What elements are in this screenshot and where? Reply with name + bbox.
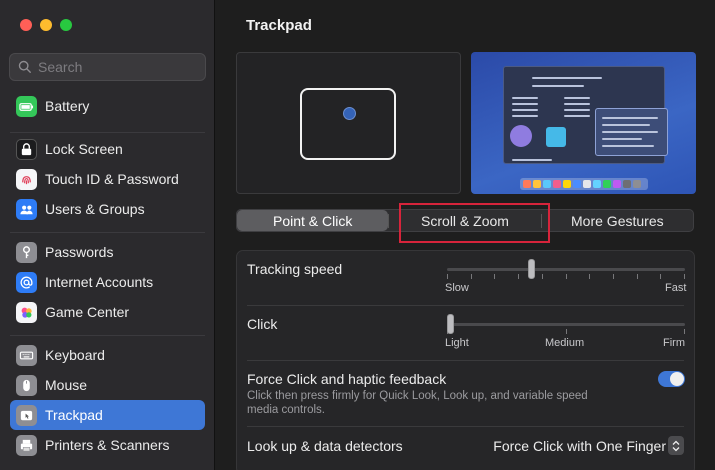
toggle-knob [670,372,684,386]
close-window-button[interactable] [20,19,32,31]
slider-tick [447,274,448,279]
sidebar-item-printers-scanners[interactable]: Printers & Scanners [10,430,205,460]
click-label: Click [247,316,278,332]
sidebar-item-label: Keyboard [45,347,105,363]
sidebar-item-passwords[interactable]: Passwords [10,237,205,267]
lookup-select[interactable]: Force Click with One Finger [493,438,666,454]
search-input[interactable] [38,59,188,75]
slider-tick [566,329,567,334]
game-center-icon [16,301,37,323]
finger-dot-icon [343,107,356,120]
tab-bar: Point & Click Scroll & Zoom More Gesture… [236,209,694,232]
sidebar-item-label: Users & Groups [45,201,145,217]
slider-tick [613,274,614,279]
sidebar-item-users-groups[interactable]: Users & Groups [10,194,205,224]
tab-point-click[interactable]: Point & Click [237,210,389,231]
row-divider [247,305,684,306]
settings-group: Tracking speed Slow Fast Click Light Med… [236,250,695,470]
sidebar-item-label: Game Center [45,304,130,320]
slider-tick [684,274,685,279]
sidebar-item-label: Touch ID & Password [45,171,179,187]
sidebar-item-trackpad[interactable]: Trackpad [10,400,205,430]
sidebar-item-battery[interactable]: Battery [10,91,205,121]
sidebar-divider [10,132,205,133]
row-divider [247,360,684,361]
slider-tick [471,274,472,279]
demo-dock [520,178,648,190]
users-icon [16,198,37,220]
search-icon [18,60,31,73]
at-icon [16,271,37,293]
sidebar-item-label: Battery [45,98,90,114]
slider-tick [542,274,543,279]
sidebar-item-touch-id[interactable]: Touch ID & Password [10,164,205,194]
zoom-window-button[interactable] [60,19,72,31]
slider-tick [518,274,519,279]
lock-icon [16,138,37,160]
slider-tick [494,274,495,279]
force-click-description: Click then press firmly for Quick Look, … [247,390,588,416]
fingerprint-icon [16,168,37,190]
slider-knob[interactable] [528,259,535,279]
trackpad-illustration [300,88,396,160]
sidebar-item-label: Lock Screen [45,141,123,157]
slow-label: Slow [445,282,469,294]
trackpad-icon [16,404,37,426]
tracking-speed-slider[interactable] [447,259,685,279]
minimize-window-button[interactable] [40,19,52,31]
slider-knob[interactable] [447,314,454,334]
tab-more-gestures[interactable]: More Gestures [542,210,693,231]
main-panel: Trackpad Point & Click Scroll & Zoom Mor… [216,0,715,470]
sidebar-item-game-center[interactable]: Game Center [10,297,205,327]
demo-circle-shape [510,125,532,147]
click-pressure-slider[interactable] [447,314,685,334]
demo-popover-window [595,108,668,156]
window-controls [20,19,72,31]
page-title: Trackpad [246,17,312,34]
force-click-toggle[interactable] [658,371,685,387]
slider-tick [637,274,638,279]
slider-tick [566,274,567,279]
sidebar-item-label: Printers & Scanners [45,437,170,453]
fast-label: Fast [665,282,687,294]
sidebar-item-label: Trackpad [45,407,103,423]
lookup-label: Look up & data detectors [247,438,403,454]
keyboard-icon [16,344,37,366]
sidebar-divider [10,335,205,336]
sidebar-item-keyboard[interactable]: Keyboard [10,340,205,370]
tab-scroll-zoom[interactable]: Scroll & Zoom [389,210,540,231]
sidebar-item-mouse[interactable]: Mouse [10,370,205,400]
tracking-speed-label: Tracking speed [247,261,343,277]
gesture-demo-preview [471,52,696,194]
medium-label: Medium [545,337,585,349]
mouse-icon [16,374,37,396]
sidebar-item-label: Passwords [45,244,114,260]
trackpad-preview [236,52,461,194]
slider-tick [589,274,590,279]
key-icon [16,241,37,263]
sidebar-item-label: Internet Accounts [45,274,154,290]
demo-square-shape [546,127,566,147]
search-field[interactable] [9,53,206,81]
sidebar-divider [10,232,205,233]
printer-icon [16,434,37,456]
firm-label: Firm [663,337,685,349]
light-label: Light [445,337,469,349]
slider-tick [684,329,685,334]
force-click-label: Force Click and haptic feedback [247,371,447,387]
row-divider [247,426,684,427]
sidebar: Battery Lock Screen Touch ID & Password … [0,0,215,470]
sidebar-item-lock-screen[interactable]: Lock Screen [10,134,205,164]
battery-icon [16,95,37,117]
sidebar-item-internet-accounts[interactable]: Internet Accounts [10,267,205,297]
sidebar-item-label: Mouse [45,377,88,393]
chevron-up-down-icon[interactable] [668,436,684,455]
slider-tick [660,274,661,279]
